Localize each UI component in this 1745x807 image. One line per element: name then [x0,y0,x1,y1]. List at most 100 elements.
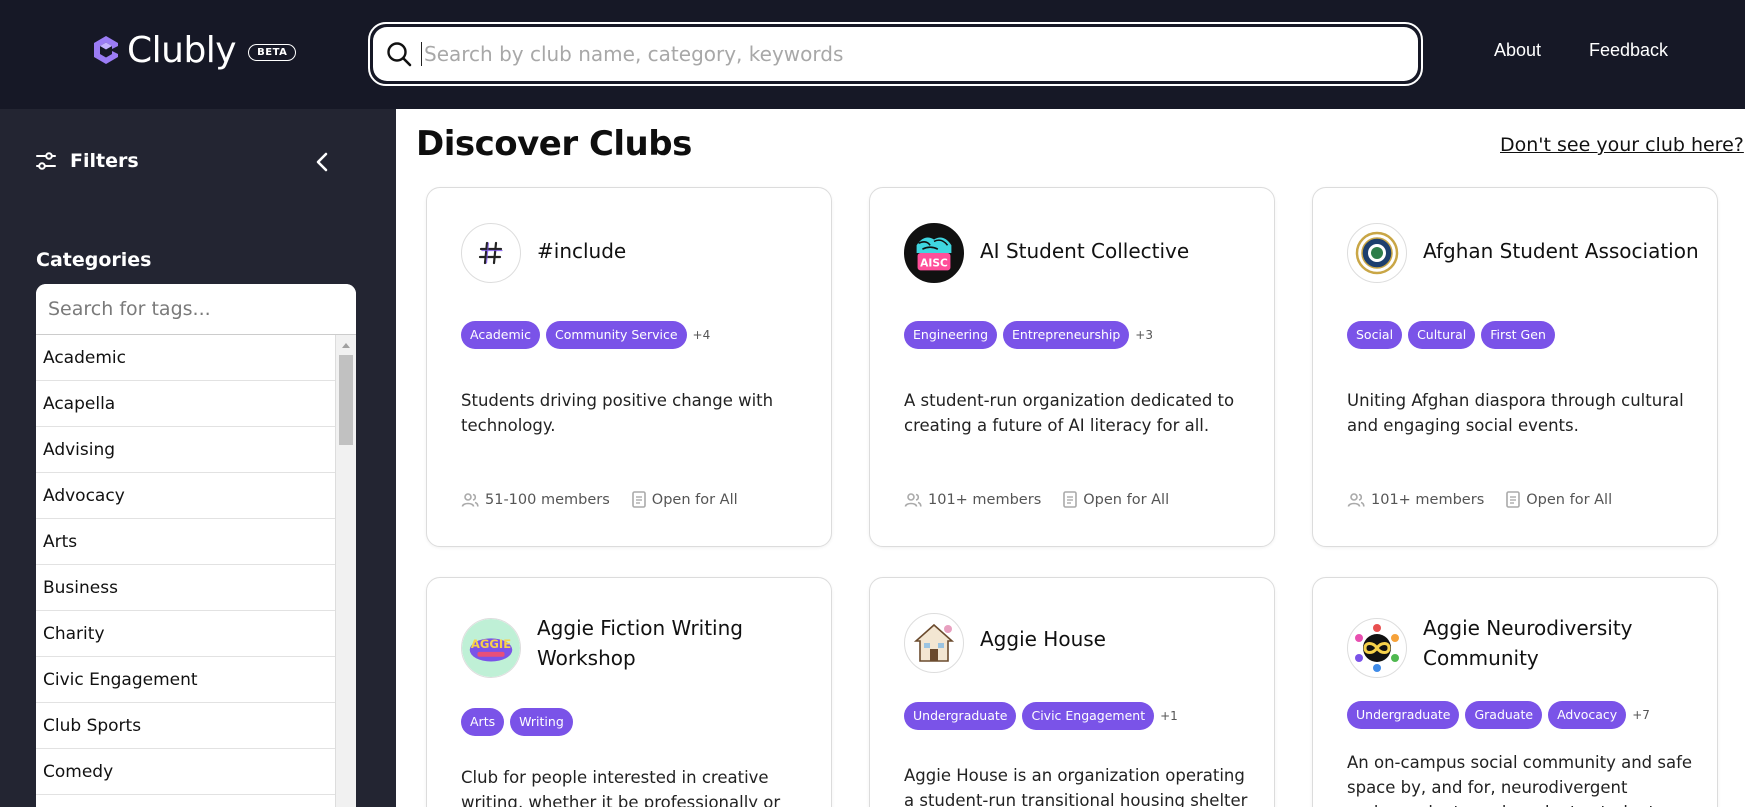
tag-search-input[interactable] [36,284,356,335]
member-count: 101+ members [1371,491,1485,508]
asa-seal-logo-icon [1355,231,1399,275]
infinity-logo-icon [1355,624,1399,672]
scrollbar-thumb[interactable] [339,355,353,445]
club-logo-asa [1347,223,1407,283]
club-tag[interactable]: Community Service [546,321,687,349]
club-logo-include [461,223,521,283]
sliders-icon [36,152,56,170]
club-name: Aggie House [980,627,1106,651]
club-name: Aggie Neurodiversity Community [1423,616,1633,670]
club-description: An on-campus social community and safe s… [1347,753,1693,807]
club-search-input[interactable] [421,42,1321,66]
club-card-afghan-student-association[interactable]: Afghan Student Association Social Cultur… [1312,187,1718,547]
scroll-up-arrow-icon[interactable] [342,343,350,348]
club-tag[interactable]: Undergraduate [904,702,1017,730]
club-tags: Arts Writing [461,708,579,736]
membership-access: Open for All [1083,491,1170,508]
hash-logo-icon [478,241,503,265]
category-item-charity[interactable]: Charity [36,611,335,657]
membership-access: Open for All [1526,491,1613,508]
category-item-civic-engagement[interactable]: Civic Engagement [36,657,335,703]
more-tags-count: +3 [1135,328,1153,342]
club-tag[interactable]: Social [1347,321,1403,349]
club-name: Aggie Fiction Writing Workshop [537,616,743,670]
document-icon [1506,491,1521,508]
club-logo-aisc: AISC [904,223,964,283]
category-item-business[interactable]: Business [36,565,335,611]
club-tag[interactable]: Writing [510,708,573,736]
club-card-aggie-neurodiversity-community[interactable]: Aggie Neurodiversity Community Undergrad… [1312,577,1718,807]
club-name: #include [537,239,627,263]
brand-name: Clubly [127,29,237,71]
house-logo-icon [913,623,955,662]
club-tags: Academic Community Service +4 [461,321,710,349]
club-description: A student-run organization dedicated to … [904,391,1235,435]
filters-header: Filters [34,149,139,173]
club-tag[interactable]: First Gen [1481,321,1555,349]
club-tag[interactable]: Cultural [1408,321,1476,349]
category-item-advocacy[interactable]: Advocacy [36,473,335,519]
category-list-scrollbar[interactable] [335,335,356,807]
nav-about-link[interactable]: About [1494,40,1541,61]
club-description: Aggie House is an organization operating… [904,766,1248,807]
club-tags: Engineering Entrepreneurship +3 [904,321,1153,349]
category-item-academic[interactable]: Academic [36,335,335,381]
page-title: Discover Clubs [416,124,692,164]
club-tag[interactable]: Academic [461,321,541,349]
search-icon [387,42,412,67]
beta-badge: BETA [248,43,297,61]
brand-logo[interactable]: Clubly BETA [90,29,297,71]
club-tag[interactable]: Civic Engagement [1022,702,1155,730]
club-tags: Undergraduate Civic Engagement +1 [904,702,1178,730]
category-item-arts[interactable]: Arts [36,519,335,565]
membership-access: Open for All [651,491,738,508]
missing-club-link[interactable]: Don't see your club here? [1500,134,1744,156]
top-header: Clubly BETA About Feedback [0,0,1745,109]
club-description: Club for people interested in creative w… [461,768,781,807]
filters-sidebar: Filters Categories Academic Acapella Adv… [0,109,396,807]
club-tag[interactable]: Arts [461,708,505,736]
categories-heading: Categories [36,249,152,271]
svg-text:AISC: AISC [920,257,948,270]
more-tags-count: +4 [692,328,711,342]
document-icon [1063,491,1078,508]
club-logo-aggie-house [904,613,964,673]
club-logo-afww: AGGIE [461,618,521,678]
club-tag[interactable]: Graduate [1465,701,1543,729]
club-tags: Social Cultural First Gen [1347,321,1561,349]
aisc-logo-icon: AISC [905,224,963,282]
category-item-comedy[interactable]: Comedy [36,749,335,795]
club-tags: Undergraduate Graduate Advocacy +7 [1347,701,1650,729]
club-name: AI Student Collective [980,239,1190,263]
filters-label: Filters [70,150,139,172]
club-meta: 51-100 members Open for All [461,491,738,508]
category-item-acapella[interactable]: Acapella [36,381,335,427]
club-meta: 101+ members Open for All [1347,491,1612,508]
club-tag[interactable]: Entrepreneurship [1003,321,1130,349]
category-list: Academic Acapella Advising Advocacy Arts… [36,335,335,795]
collapse-sidebar-chevron-left-icon[interactable] [312,151,332,173]
more-tags-count: +7 [1632,708,1650,722]
afww-logo-icon: AGGIE [462,619,520,677]
category-item-advising[interactable]: Advising [36,427,335,473]
club-card-ai-student-collective[interactable]: AISC AI Student Collective Engineering E… [869,187,1275,547]
club-tag[interactable]: Engineering [904,321,997,349]
category-item-club-sports[interactable]: Club Sports [36,703,335,749]
club-tag[interactable]: Advocacy [1548,701,1627,729]
club-card-include[interactable]: #include Academic Community Service +4 S… [426,187,832,547]
members-icon [1347,492,1365,507]
club-description: Uniting Afghan diaspora through cultural… [1347,391,1684,435]
document-icon [631,491,646,508]
clubly-logo-icon [94,36,118,64]
category-tag-panel: Academic Acapella Advising Advocacy Arts… [36,284,356,807]
club-card-aggie-fiction-writing-workshop[interactable]: AGGIE Aggie Fiction Writing Workshop Art… [426,577,832,807]
nav-feedback-link[interactable]: Feedback [1589,40,1668,61]
more-tags-count: +1 [1160,709,1178,723]
club-tag[interactable]: Undergraduate [1347,701,1460,729]
member-count: 101+ members [928,491,1042,508]
club-description: Students driving positive change with te… [461,391,774,435]
member-count: 51-100 members [485,491,610,508]
members-icon [461,492,479,507]
club-card-aggie-house[interactable]: Aggie House Undergraduate Civic Engageme… [869,577,1275,807]
svg-text:AGGIE: AGGIE [471,637,511,651]
